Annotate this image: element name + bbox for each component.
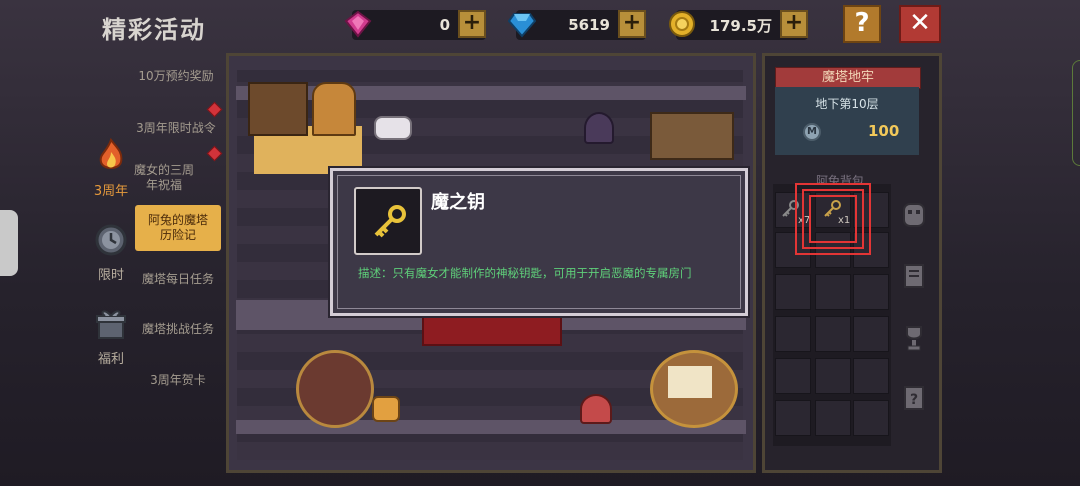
right-drawer-handle[interactable] [1072,60,1080,166]
item-icon-frame [354,187,422,255]
table-cloth [668,366,712,398]
category-anniversary[interactable]: 3周年 [88,137,134,199]
svg-text:?: ? [910,392,918,408]
clock-icon [95,224,127,256]
blue-diamond-count: 5619 [568,16,610,34]
bookshelf [248,82,308,136]
inventory-slot[interactable] [815,274,851,310]
gold-coin-icon [669,11,695,37]
resource-gold-coin: 179.5万 + [669,10,808,40]
blue-diamond-icon [508,13,536,38]
category-label: 3周年 [93,184,129,199]
inventory-slot[interactable] [775,316,811,352]
side-drawer-handle[interactable] [0,210,18,276]
help-card-tab-icon[interactable]: ? [898,382,930,414]
inventory-slot[interactable] [853,316,889,352]
category-welfare[interactable]: 福利 [88,306,134,367]
floor-info: 地下第10层 M 100 [775,87,919,155]
trophy-tab-icon[interactable] [898,322,930,354]
add-gold-coin-button[interactable]: + [780,10,808,38]
category-label: 限时 [97,268,124,283]
round-portal [296,350,374,428]
add-pink-gem-button[interactable]: + [458,10,486,38]
menu-item-tower-adventure[interactable]: 阿兔的魔塔历险记 [135,205,221,251]
resource-blue-diamond: 5619 + [508,10,646,40]
pink-gem-count: 0 [439,16,450,34]
magic-key-icon [374,205,406,238]
inventory-slot[interactable] [853,358,889,394]
menu-item-daily-tasks[interactable]: 魔塔每日任务 [132,272,224,287]
player-character [372,396,400,422]
menu-item-tower-adventure-label: 阿兔的魔塔历险记 [148,213,209,242]
menu-item-challenge-tasks[interactable]: 魔塔挑战任务 [132,322,224,337]
inventory-slot[interactable] [853,274,889,310]
menu-item-witch-blessing[interactable]: 魔女的三周年祝福 [134,163,194,193]
gold-coin-count: 179.5万 [709,16,772,35]
highlight-frame [809,195,857,243]
close-button[interactable]: ✕ [899,5,941,43]
inventory-slot[interactable] [853,400,889,436]
resource-pink-gem: 0 + [344,10,486,40]
category-limited[interactable]: 限时 [88,222,134,283]
item-name: 魔之钥 [431,192,485,213]
witch-npc [584,112,614,144]
pink-gem-icon [344,10,372,38]
witch-house [312,82,356,136]
double-door [650,112,734,160]
book-tab-icon[interactable] [898,260,930,292]
menu-item-battle-pass[interactable]: 3周年限时战令 [130,121,222,136]
red-carpet [422,316,562,346]
inventory-slot[interactable] [815,400,851,436]
sheep-npc [374,116,412,140]
character-tab-icon[interactable] [898,198,930,230]
inventory-slot[interactable] [775,274,811,310]
inventory-slot[interactable] [815,358,851,394]
tower-coin-icon: M [803,123,821,141]
add-blue-diamond-button[interactable]: + [618,10,646,38]
inventory-slot[interactable] [775,400,811,436]
item-description: 描述：只有魔女才能制作的神秘钥匙，可用于开启恶魔的专属房门 [358,266,692,280]
demon-npc [580,394,612,424]
inventory-slot[interactable] [775,358,811,394]
category-label: 福利 [97,352,124,367]
tower-coin-value: 100 [868,122,900,140]
menu-item-preorder-reward[interactable]: 10万预约奖励 [130,69,222,84]
gift-icon [96,310,126,339]
floor-name: 地下第10层 [815,97,879,111]
inventory-slot[interactable] [815,316,851,352]
dungeon-wall [236,420,746,434]
page-title: 精彩活动 [102,16,206,44]
fire-icon [99,137,123,169]
help-button[interactable]: ? [843,5,881,43]
menu-item-greeting-card[interactable]: 3周年贺卡 [132,373,224,388]
panel-title: 魔塔地牢 [775,67,921,89]
